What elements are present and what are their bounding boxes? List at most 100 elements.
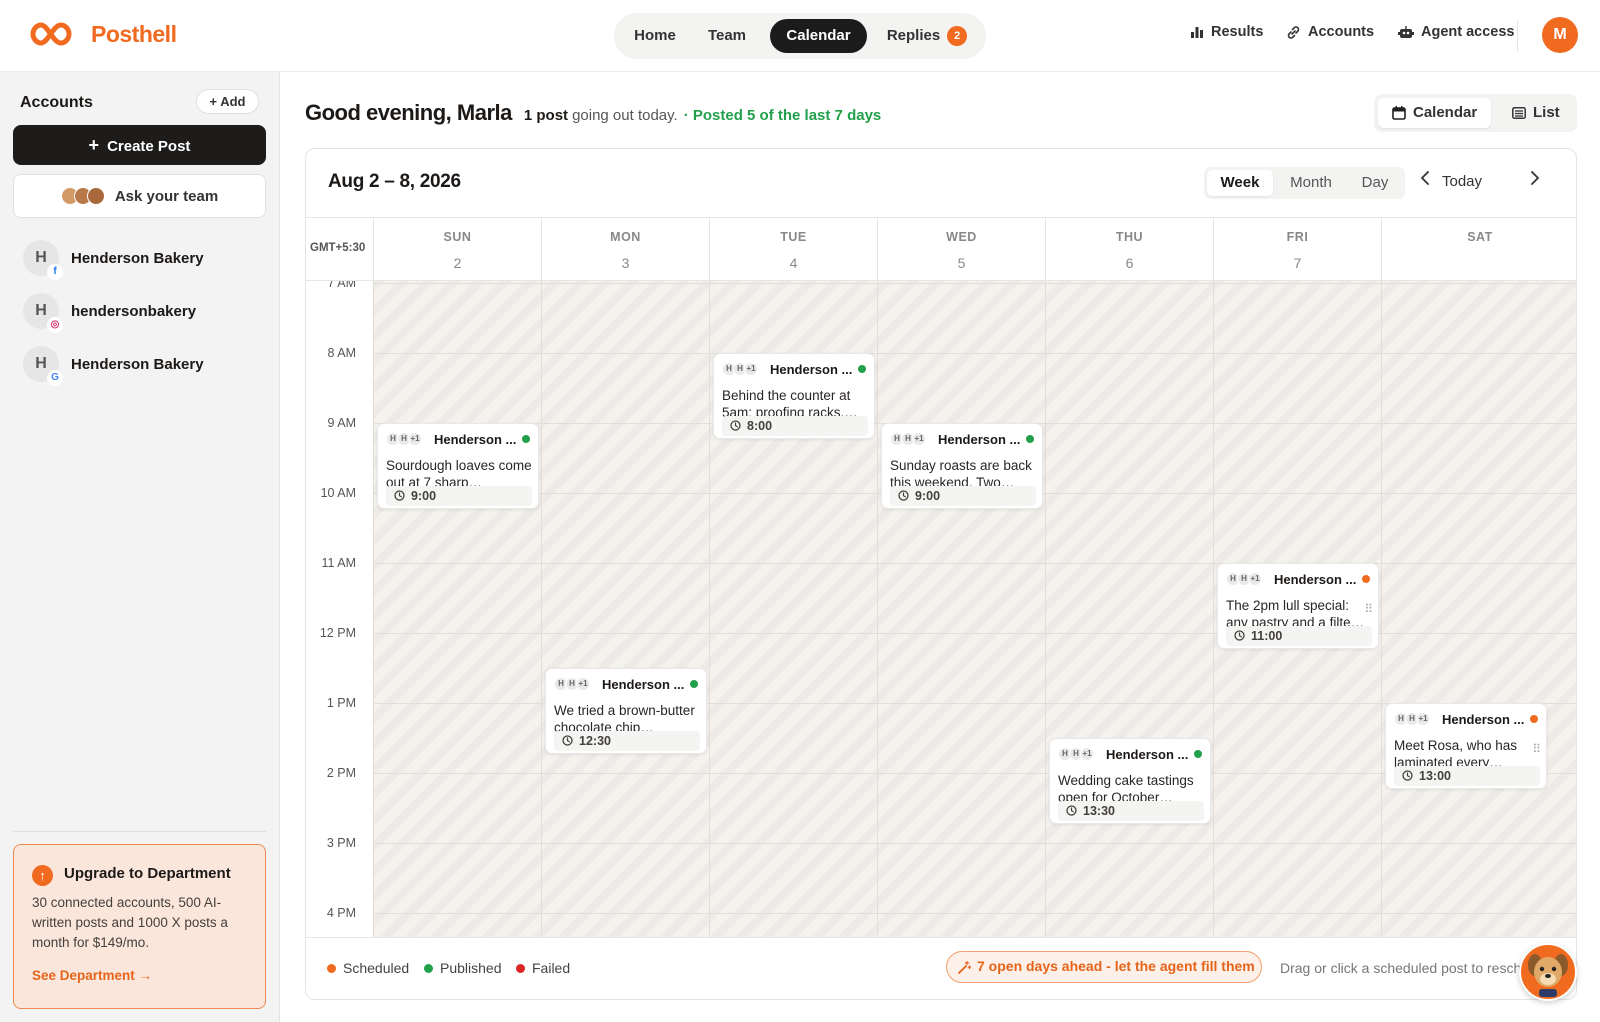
account-item[interactable]: Hf Henderson Bakery bbox=[23, 238, 268, 280]
nav-results[interactable]: Results bbox=[1190, 24, 1263, 40]
day-number: 7 bbox=[1293, 255, 1302, 271]
main-nav: Home Team Calendar Replies 2 bbox=[614, 13, 986, 59]
agent-fill-button[interactable]: 7 open days ahead - let the agent fill t… bbox=[946, 951, 1262, 983]
post-accounts: H H +1 bbox=[1394, 712, 1434, 726]
post-account-name: Henderson ... bbox=[434, 431, 517, 447]
day-name: WED bbox=[946, 230, 977, 244]
post-card[interactable]: H H +1 Henderson ... Meet Rosa, who has lami… bbox=[1385, 703, 1547, 789]
legend-scheduled: Scheduled bbox=[327, 960, 409, 976]
post-card[interactable]: H H +1 Henderson ... The 2pm lull special: a… bbox=[1217, 563, 1379, 649]
dog-mascot-icon bbox=[1528, 954, 1568, 997]
status-dot-icon bbox=[690, 680, 698, 688]
bar-chart-icon bbox=[1191, 27, 1203, 38]
post-accounts: H H +1 bbox=[722, 362, 762, 376]
day-header-wed[interactable]: WED 5 bbox=[877, 218, 1045, 282]
infinity-logo-icon bbox=[30, 22, 72, 46]
post-accounts: H H +1 bbox=[386, 432, 426, 446]
see-department-link[interactable]: See Department → bbox=[32, 968, 152, 983]
day-column-divider bbox=[709, 281, 710, 937]
post-time: 11:00 bbox=[1226, 626, 1372, 646]
account-mini-avatar-icon: +1 bbox=[1416, 712, 1430, 726]
add-account-button[interactable]: + Add bbox=[196, 89, 259, 114]
hour-label: 10 AM bbox=[320, 486, 356, 500]
account-item[interactable]: H ◎ hendersonbakery bbox=[23, 291, 268, 333]
create-post-button[interactable]: + Create Post bbox=[13, 125, 266, 165]
drag-hint: Drag or click a scheduled post to resch bbox=[1280, 960, 1522, 976]
day-column-divider bbox=[1045, 281, 1046, 937]
brand-logo[interactable]: Posthell bbox=[27, 20, 177, 48]
ask-team-label: Ask your team bbox=[114, 187, 219, 205]
ask-team-button[interactable]: Ask your team bbox=[13, 174, 266, 218]
hour-gridline bbox=[373, 913, 1576, 914]
hour-gridline bbox=[373, 353, 1576, 354]
week-view-tab[interactable]: Week bbox=[1207, 170, 1273, 196]
post-time: 9:00 bbox=[890, 486, 1036, 506]
post-card[interactable]: H H +1 Henderson ... Wedding cake tastings o… bbox=[1049, 738, 1211, 824]
account-initial: H bbox=[35, 302, 47, 319]
account-item[interactable]: HG Henderson Bakery bbox=[23, 344, 268, 386]
team-avatars bbox=[60, 187, 105, 205]
hour-gridline bbox=[373, 563, 1576, 564]
post-accounts: H H +1 bbox=[890, 432, 930, 446]
nav-home[interactable]: Home bbox=[622, 19, 688, 53]
post-time-value: 9:00 bbox=[411, 489, 437, 503]
post-accounts: H H +1 bbox=[1226, 572, 1266, 586]
post-card[interactable]: H H +1 Henderson ... We tried a brown-butter… bbox=[545, 668, 707, 754]
month-view-tab[interactable]: Month bbox=[1276, 170, 1346, 196]
agent-fill-label: 7 open days ahead - let the agent fill t… bbox=[977, 958, 1255, 974]
legend-label: Failed bbox=[532, 960, 571, 976]
post-card[interactable]: H H +1 Henderson ... Sourdough loaves come o… bbox=[377, 423, 539, 509]
day-name: THU bbox=[1115, 230, 1144, 244]
clock-icon bbox=[730, 419, 747, 433]
day-header-thu[interactable]: THU 6 bbox=[1045, 218, 1213, 282]
nav-accounts[interactable]: Accounts bbox=[1286, 24, 1374, 40]
account-name: hendersonbakery bbox=[71, 302, 197, 320]
day-view-tab[interactable]: Day bbox=[1349, 170, 1401, 196]
today-button[interactable]: Today bbox=[1442, 173, 1482, 190]
posted-status: · Posted 5 of the last 7 days bbox=[683, 107, 882, 124]
post-time-value: 13:00 bbox=[1419, 769, 1451, 783]
nav-calendar[interactable]: Calendar bbox=[770, 19, 867, 53]
chevron-left-icon[interactable] bbox=[1420, 171, 1430, 190]
top-bar: Posthell Home Team Calendar Replies 2 Res… bbox=[0, 0, 1600, 72]
list-view-button[interactable]: List bbox=[1498, 98, 1574, 128]
post-card[interactable]: H H +1 Henderson ... Behind the counter at 5… bbox=[713, 353, 875, 439]
legend-published: Published bbox=[424, 960, 502, 976]
clock-icon bbox=[394, 489, 411, 503]
day-name: MON bbox=[610, 230, 641, 244]
post-card[interactable]: H H +1 Henderson ... Sunday roasts are back … bbox=[881, 423, 1043, 509]
account-avatar: HG bbox=[23, 346, 63, 386]
list-view-label: List bbox=[1533, 104, 1560, 121]
nav-agent-access[interactable]: Agent access bbox=[1398, 24, 1515, 40]
day-header-mon[interactable]: MON 3 bbox=[541, 218, 709, 282]
status-dot-icon bbox=[1026, 435, 1034, 443]
calendar-view-button[interactable]: Calendar bbox=[1378, 98, 1492, 128]
post-account-name: Henderson ... bbox=[1442, 711, 1525, 727]
chevron-right-icon[interactable] bbox=[1530, 171, 1540, 190]
time-grid: 7 AM 8 AM 9 AM 10 AM 11 AM 12 PM 1 PM 2 PM 3 PM 4… bbox=[306, 281, 1576, 937]
add-label: Add bbox=[220, 94, 246, 109]
team-avatar-icon bbox=[86, 187, 105, 205]
day-header-fri[interactable]: FRI 7 bbox=[1213, 218, 1381, 282]
account-mini-avatar-icon: +1 bbox=[912, 432, 926, 446]
hour-label: 9 AM bbox=[327, 416, 357, 430]
nav-team[interactable]: Team bbox=[694, 19, 760, 53]
day-header-sat[interactable]: SAT8 bbox=[1381, 218, 1576, 282]
assistant-avatar-button[interactable] bbox=[1519, 943, 1577, 1001]
brand-name: Posthell bbox=[91, 20, 177, 47]
day-number-wrap: 4 bbox=[710, 244, 877, 275]
drag-handle-icon[interactable]: ⠿ bbox=[1364, 602, 1373, 616]
post-card-header: H H +1 Henderson ... bbox=[1394, 711, 1540, 727]
upgrade-title: Upgrade to Department bbox=[64, 865, 231, 882]
accounts-heading: Accounts bbox=[20, 94, 93, 111]
day-header-sun[interactable]: SUN 2 bbox=[373, 218, 541, 282]
post-account-name: Henderson ... bbox=[1106, 746, 1189, 762]
drag-handle-icon[interactable]: ⠿ bbox=[1532, 742, 1541, 756]
clock-icon bbox=[1234, 629, 1251, 643]
day-header-tue[interactable]: TUE 4 bbox=[709, 218, 877, 282]
plus-icon: + bbox=[88, 135, 100, 155]
hour-label: 7 AM bbox=[327, 281, 357, 290]
user-avatar[interactable]: M bbox=[1542, 17, 1578, 53]
nav-replies[interactable]: Replies 2 bbox=[874, 19, 980, 53]
status-dot-icon bbox=[858, 365, 866, 373]
